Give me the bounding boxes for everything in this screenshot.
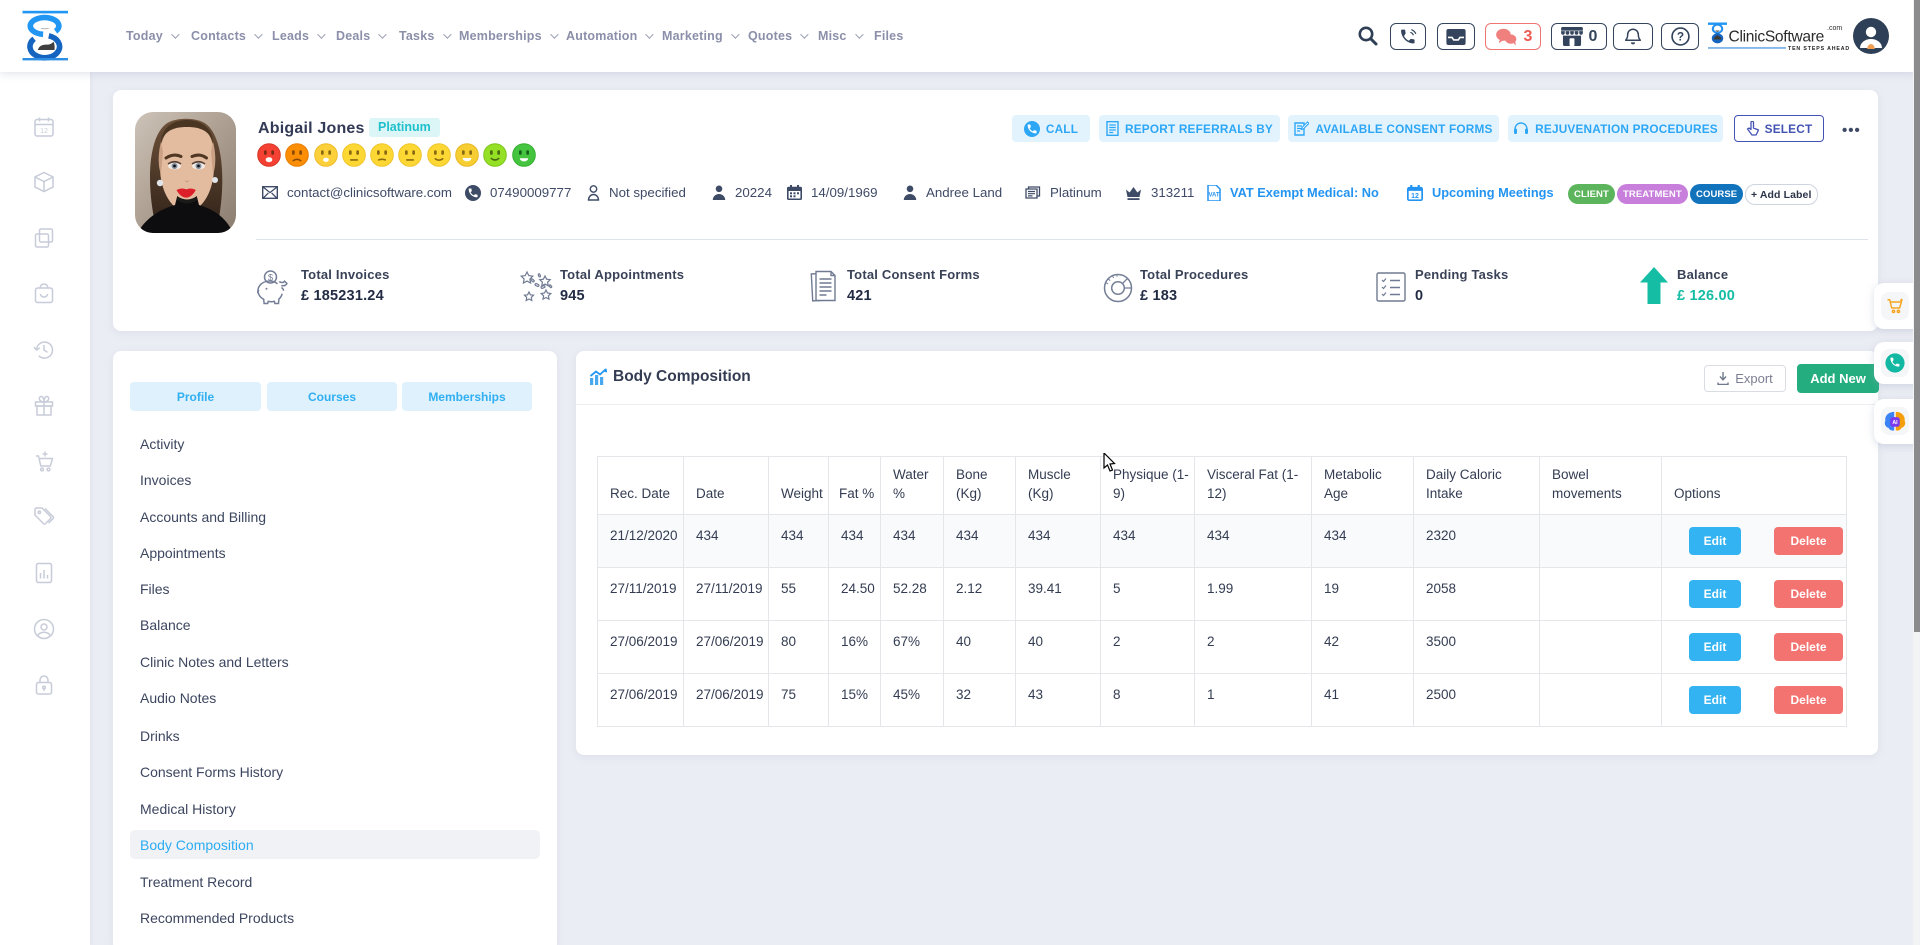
svg-text:12: 12 [1411, 192, 1419, 199]
svg-text:TEN STEPS AHEAD: TEN STEPS AHEAD [1788, 46, 1850, 52]
svg-text:12: 12 [40, 128, 48, 135]
svg-text:VAT: VAT [1208, 192, 1219, 198]
svg-text:AI: AI [1892, 420, 1898, 426]
svg-text:ClinicSoftware: ClinicSoftware [1729, 29, 1824, 46]
svg-text:.com: .com [1827, 25, 1842, 32]
svg-text:?: ? [1676, 30, 1683, 44]
